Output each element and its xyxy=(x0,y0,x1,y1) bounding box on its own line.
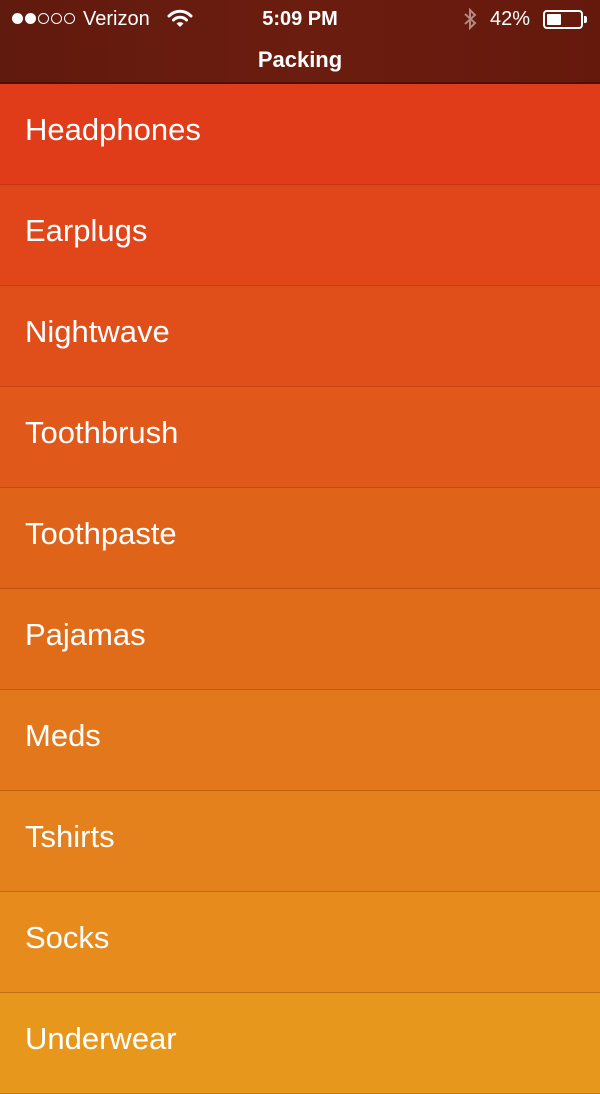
list-item-label: Tshirts xyxy=(25,819,115,854)
list-item-label: Pajamas xyxy=(25,617,146,652)
list-item[interactable]: Toothbrush xyxy=(0,387,600,488)
list-item[interactable]: Toothpaste xyxy=(0,488,600,589)
list-item-label: Underwear xyxy=(25,1021,177,1056)
navigation-header: Verizon 5:09 PM 42% Packing xyxy=(0,0,600,84)
packing-list: Headphones Earplugs Nightwave Toothbrush Too… xyxy=(0,84,600,1094)
battery-fill xyxy=(547,14,561,25)
list-item[interactable]: Socks xyxy=(0,892,600,993)
list-item-label: Socks xyxy=(25,920,110,955)
list-item-label: Headphones xyxy=(25,112,201,147)
list-item-label: Nightwave xyxy=(25,314,170,349)
list-item-label: Earplugs xyxy=(25,213,148,248)
list-item-label: Meds xyxy=(25,718,101,753)
list-item-label: Toothbrush xyxy=(25,415,179,450)
battery-percent: 42% xyxy=(490,8,531,30)
list-item[interactable]: Meds xyxy=(0,690,600,791)
list-item[interactable]: Nightwave xyxy=(0,286,600,387)
bluetooth-icon xyxy=(464,7,477,31)
status-bar: Verizon 5:09 PM 42% xyxy=(0,0,600,38)
page-title: Packing xyxy=(257,47,343,72)
list-item[interactable]: Headphones xyxy=(0,84,600,185)
list-item[interactable]: Tshirts xyxy=(0,791,600,892)
list-item-label: Toothpaste xyxy=(25,516,177,551)
list-item[interactable]: Pajamas xyxy=(0,589,600,690)
list-item[interactable]: Underwear xyxy=(0,993,600,1094)
battery-icon xyxy=(543,10,587,29)
list-item[interactable]: Earplugs xyxy=(0,185,600,286)
